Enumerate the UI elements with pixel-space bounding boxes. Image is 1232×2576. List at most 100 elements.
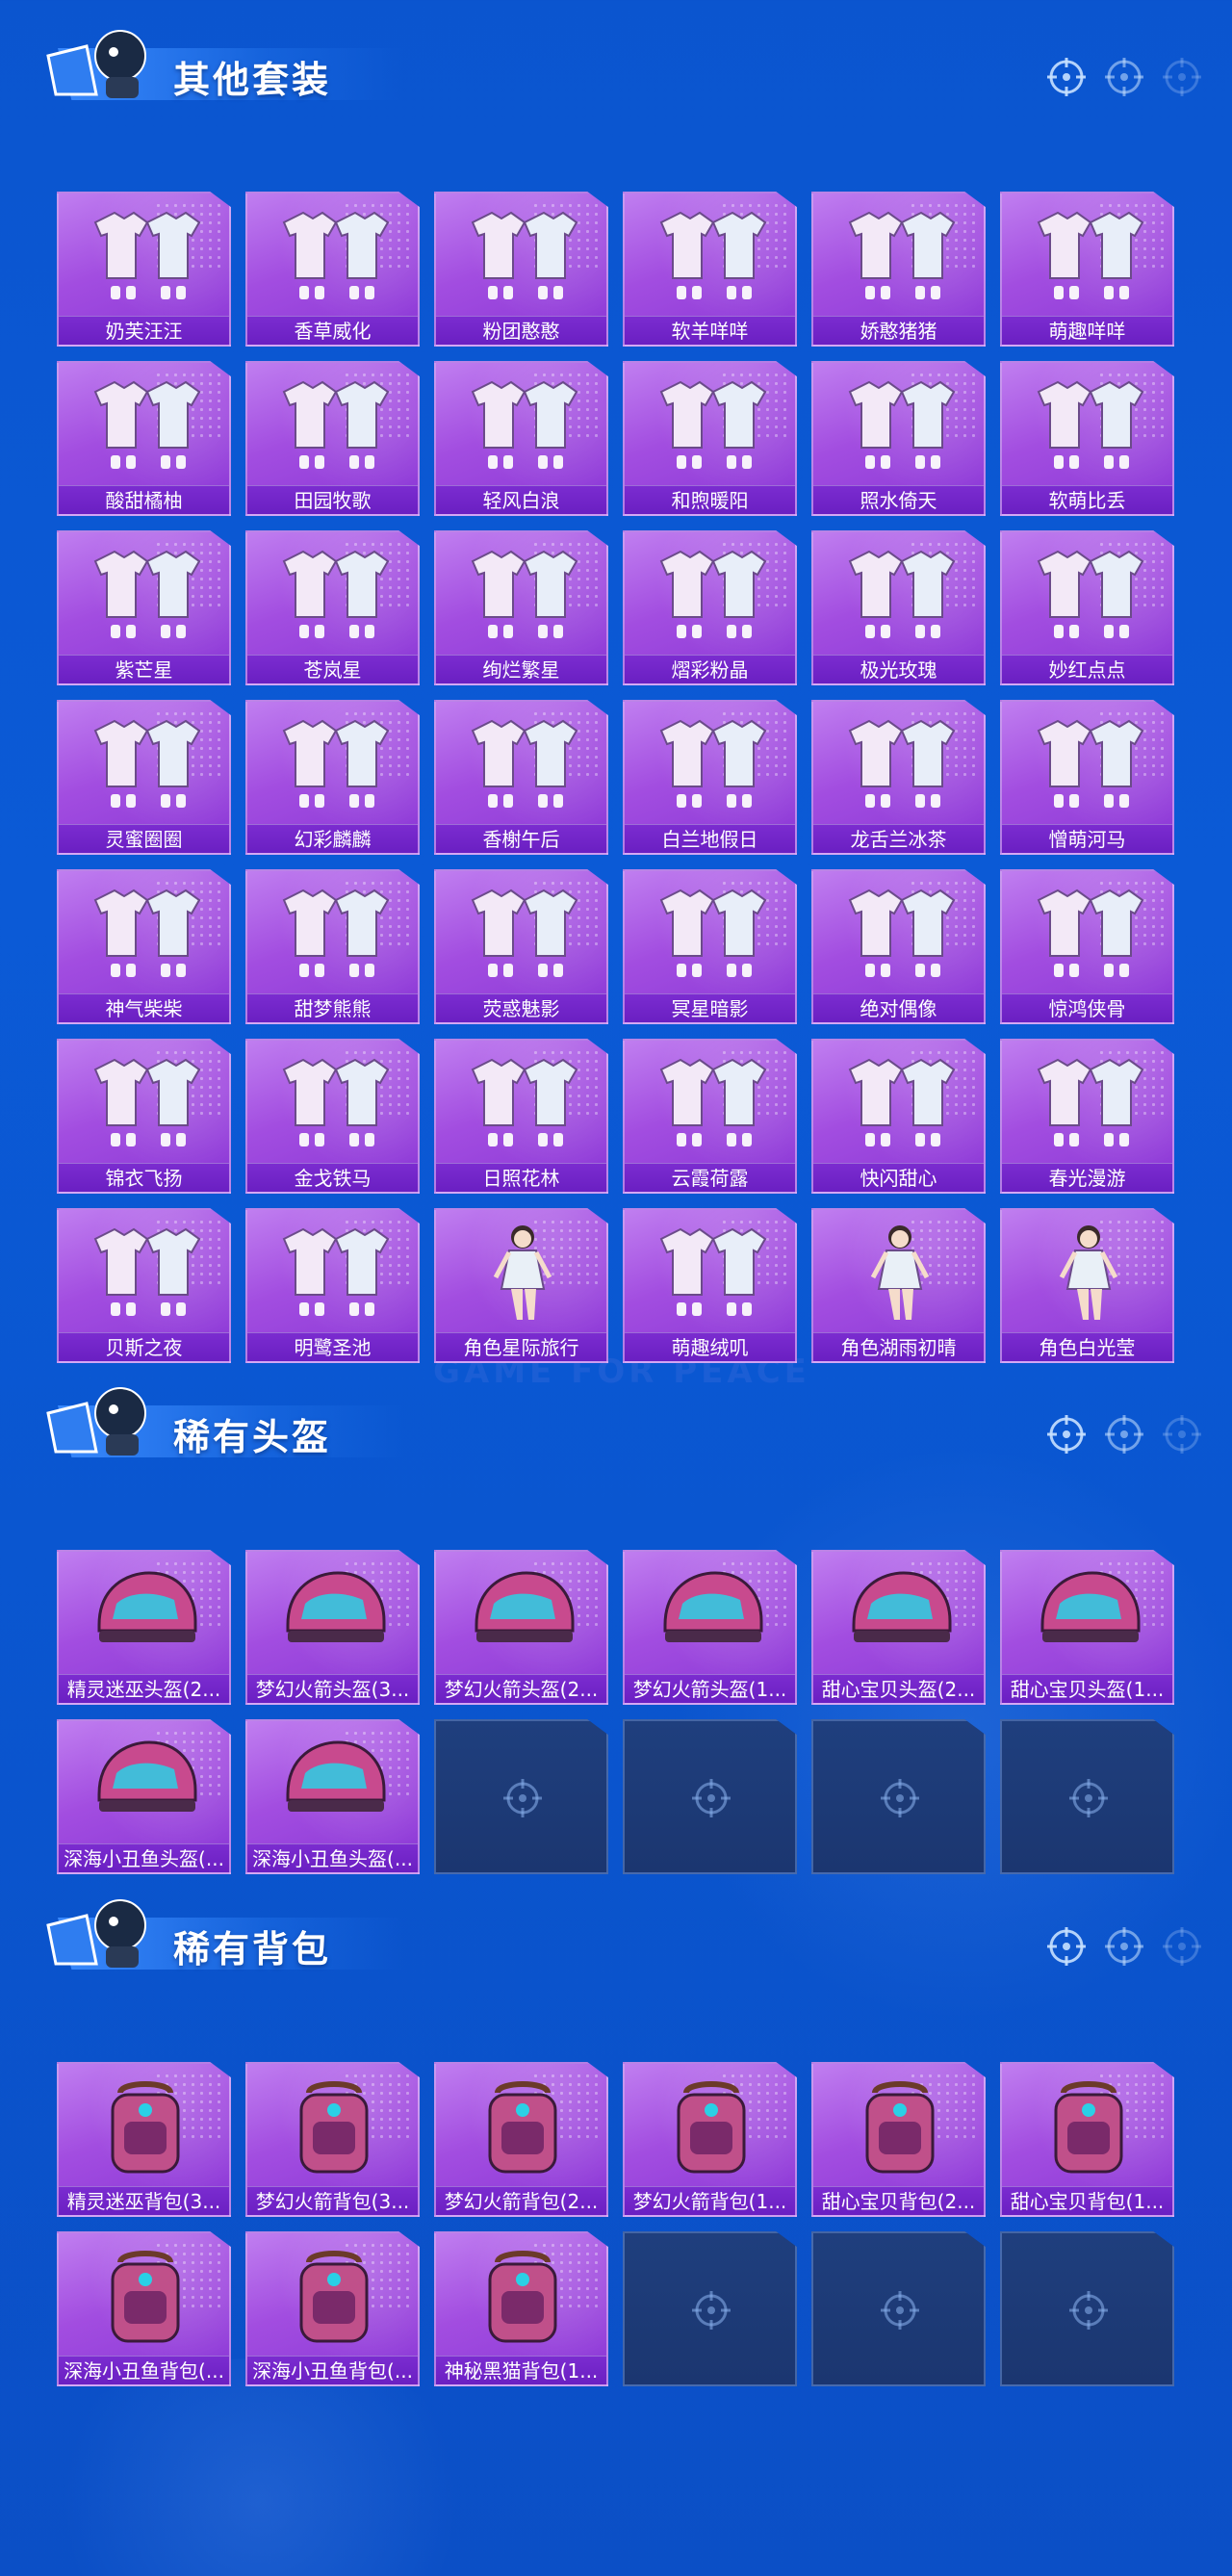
item-label: 白兰地假日 <box>625 824 795 853</box>
item-card[interactable]: 角色湖雨初晴 <box>811 1208 986 1363</box>
item-label: 梦幻火箭头盔(3... <box>247 1674 418 1703</box>
item-card[interactable]: 梦幻火箭头盔(2... <box>434 1550 608 1705</box>
item-card[interactable]: 萌趣咩咩 <box>1000 192 1174 347</box>
mascot-emblem-icon <box>46 1387 146 1455</box>
item-card[interactable]: 神气柴柴 <box>57 869 231 1024</box>
empty-slot <box>1000 2231 1174 2386</box>
item-card[interactable]: 软羊咩咩 <box>623 192 797 347</box>
item-card[interactable]: 苍岚星 <box>245 530 420 685</box>
item-card[interactable]: 金戈铁马 <box>245 1039 420 1194</box>
item-card[interactable]: 快闪甜心 <box>811 1039 986 1194</box>
item-label: 憎萌河马 <box>1002 824 1172 853</box>
item-label: 惊鸿侠骨 <box>1002 993 1172 1022</box>
item-card[interactable]: 娇憨猪猪 <box>811 192 986 347</box>
item-label: 梦幻火箭背包(2... <box>436 2186 606 2215</box>
item-card[interactable]: 灵蜜圈圈 <box>57 700 231 855</box>
item-label: 锦衣飞扬 <box>59 1163 229 1192</box>
item-card[interactable]: 精灵迷巫背包(3... <box>57 2062 231 2217</box>
empty-slot <box>623 1719 797 1874</box>
crosshair-icon <box>1163 1415 1201 1454</box>
item-label: 深海小丑鱼头盔(... <box>247 1843 418 1872</box>
item-card[interactable]: 明鹭圣池 <box>245 1208 420 1363</box>
item-card[interactable]: 梦幻火箭背包(3... <box>245 2062 420 2217</box>
item-card[interactable]: 绝对偶像 <box>811 869 986 1024</box>
crosshair-icon <box>1069 1779 1108 1817</box>
item-label: 妙红点点 <box>1002 655 1172 683</box>
crosshair-icon <box>1163 1927 1201 1966</box>
item-card[interactable]: 极光玫瑰 <box>811 530 986 685</box>
item-card[interactable]: 幻彩麟麟 <box>245 700 420 855</box>
item-card[interactable]: 香榭午后 <box>434 700 608 855</box>
section-rare-backpacks: 稀有背包 精灵迷巫背包(3... 梦幻火箭背包(3... 梦幻火箭背包(2... 梦幻… <box>0 1869 1232 2386</box>
item-card[interactable]: 香草威化 <box>245 192 420 347</box>
item-card[interactable]: 深海小丑鱼头盔(... <box>57 1719 231 1874</box>
section-other-outfits: 其他套装 奶芙汪汪 香草威化 粉团憨憨 软羊咩咩 娇憨猪猪 萌趣咩咩酸甜橘柚 田园牧歌 轻风白… <box>0 0 1232 1363</box>
item-card[interactable]: 和煦暖阳 <box>623 361 797 516</box>
item-card[interactable]: 憎萌河马 <box>1000 700 1174 855</box>
crosshair-icon <box>1105 1927 1143 1966</box>
item-card[interactable]: 梦幻火箭背包(2... <box>434 2062 608 2217</box>
item-card[interactable]: 深海小丑鱼背包(... <box>57 2231 231 2386</box>
item-card[interactable]: 紫芒星 <box>57 530 231 685</box>
item-card[interactable]: 冥星暗影 <box>623 869 797 1024</box>
item-label: 灵蜜圈圈 <box>59 824 229 853</box>
section-rare-helmets: 稀有头盔 精灵迷巫头盔(2... 梦幻火箭头盔(3... 梦幻火箭头盔(2... 梦幻… <box>0 1357 1232 1874</box>
item-label: 极光玫瑰 <box>813 655 984 683</box>
crosshair-decor <box>1045 1925 1203 1968</box>
item-card[interactable]: 甜心宝贝头盔(2... <box>811 1550 986 1705</box>
item-card[interactable]: 粉团憨憨 <box>434 192 608 347</box>
empty-slot <box>623 2231 797 2386</box>
item-label: 田园牧歌 <box>247 485 418 514</box>
item-label: 冥星暗影 <box>625 993 795 1022</box>
item-card[interactable]: 云霞荷露 <box>623 1039 797 1194</box>
item-label: 龙舌兰冰茶 <box>813 824 984 853</box>
item-card[interactable]: 绚烂繁星 <box>434 530 608 685</box>
item-card[interactable]: 惊鸿侠骨 <box>1000 869 1174 1024</box>
item-card[interactable]: 甜梦熊熊 <box>245 869 420 1024</box>
section-title: 其他套装 <box>173 59 332 101</box>
item-card[interactable]: 照水倚天 <box>811 361 986 516</box>
item-label: 香榭午后 <box>436 824 606 853</box>
item-card[interactable]: 锦衣飞扬 <box>57 1039 231 1194</box>
item-label: 快闪甜心 <box>813 1163 984 1192</box>
item-card[interactable]: 奶芙汪汪 <box>57 192 231 347</box>
crosshair-icon <box>881 1779 919 1817</box>
crosshair-icon <box>692 1779 731 1817</box>
item-label: 梦幻火箭背包(3... <box>247 2186 418 2215</box>
item-card[interactable]: 春光漫游 <box>1000 1039 1174 1194</box>
crosshair-icon <box>1069 2291 1108 2330</box>
item-card[interactable]: 深海小丑鱼头盔(... <box>245 1719 420 1874</box>
item-label: 荧惑魅影 <box>436 993 606 1022</box>
item-card[interactable]: 角色星际旅行 <box>434 1208 608 1363</box>
item-card[interactable]: 日照花林 <box>434 1039 608 1194</box>
item-card[interactable]: 白兰地假日 <box>623 700 797 855</box>
item-card[interactable]: 软萌比丢 <box>1000 361 1174 516</box>
item-label: 日照花林 <box>436 1163 606 1192</box>
item-card[interactable]: 梦幻火箭头盔(1... <box>623 1550 797 1705</box>
crosshair-icon <box>1105 58 1143 96</box>
item-card[interactable]: 萌趣绒叽 <box>623 1208 797 1363</box>
item-label: 幻彩麟麟 <box>247 824 418 853</box>
item-card[interactable]: 妙红点点 <box>1000 530 1174 685</box>
item-card[interactable]: 轻风白浪 <box>434 361 608 516</box>
item-card[interactable]: 甜心宝贝背包(2... <box>811 2062 986 2217</box>
item-grid: 精灵迷巫头盔(2... 梦幻火箭头盔(3... 梦幻火箭头盔(2... 梦幻火箭头盔(… <box>57 1550 1174 1874</box>
item-card[interactable]: 田园牧歌 <box>245 361 420 516</box>
item-card[interactable]: 甜心宝贝背包(1... <box>1000 2062 1174 2217</box>
item-card[interactable]: 角色白光莹 <box>1000 1208 1174 1363</box>
section-header: 稀有头盔 <box>0 1357 1232 1473</box>
item-card[interactable]: 神秘黑猫背包(1... <box>434 2231 608 2386</box>
item-card[interactable]: 梦幻火箭头盔(3... <box>245 1550 420 1705</box>
item-card[interactable]: 龙舌兰冰茶 <box>811 700 986 855</box>
item-label: 奶芙汪汪 <box>59 316 229 345</box>
item-card[interactable]: 梦幻火箭背包(1... <box>623 2062 797 2217</box>
item-label: 苍岚星 <box>247 655 418 683</box>
item-card[interactable]: 熠彩粉晶 <box>623 530 797 685</box>
item-card[interactable]: 荧惑魅影 <box>434 869 608 1024</box>
item-card[interactable]: 精灵迷巫头盔(2... <box>57 1550 231 1705</box>
item-card[interactable]: 酸甜橘柚 <box>57 361 231 516</box>
item-card[interactable]: 甜心宝贝头盔(1... <box>1000 1550 1174 1705</box>
item-card[interactable]: 贝斯之夜 <box>57 1208 231 1363</box>
crosshair-icon <box>1047 1415 1086 1454</box>
item-card[interactable]: 深海小丑鱼背包(... <box>245 2231 420 2386</box>
